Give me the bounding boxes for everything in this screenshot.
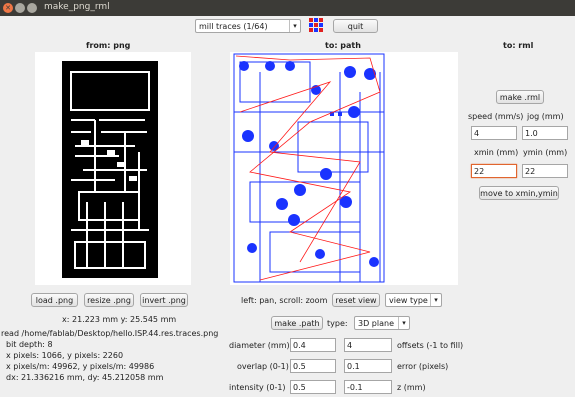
chevron-down-icon: ▾: [289, 20, 300, 32]
path-preview[interactable]: [230, 52, 458, 285]
error-field[interactable]: 0.1: [344, 359, 392, 373]
path-type-value: 3D plane: [358, 319, 394, 328]
path-toolpath-image: [233, 53, 385, 283]
resize-png-button[interactable]: resize .png: [84, 293, 134, 307]
overlap-field[interactable]: 0.5: [290, 359, 336, 373]
window-title: make_png_rml: [44, 2, 110, 12]
png-ppm-text: x pixels/m: 49962, y pixels/m: 49986: [6, 362, 155, 371]
offsets-field[interactable]: 4: [344, 338, 392, 352]
ymin-label: ymin (mm): [523, 148, 568, 157]
to-rml-heading: to: rml: [503, 41, 534, 50]
error-label: error (pixels): [397, 362, 449, 371]
overlap-label: overlap (0-1): [237, 362, 289, 371]
xmin-label: xmin (mm): [474, 148, 519, 157]
view-type-select[interactable]: view type ▾: [385, 293, 442, 307]
pan-zoom-hint: left: pan, scroll: zoom: [241, 296, 328, 305]
ymin-field[interactable]: 22: [522, 164, 568, 178]
speed-field[interactable]: 4: [471, 126, 517, 140]
png-board-image: [62, 61, 158, 278]
jog-field[interactable]: 1.0: [522, 126, 568, 140]
png-preview[interactable]: [35, 52, 191, 285]
mod-grid-icon: [309, 18, 324, 33]
format-select-value: mill traces (1/64): [199, 22, 268, 31]
intensity-label: intensity (0-1): [229, 383, 286, 392]
reset-view-button[interactable]: reset view: [332, 293, 380, 307]
title-bar: ✕ make_png_rml: [0, 0, 575, 16]
maximize-icon[interactable]: [27, 3, 37, 13]
offsets-label: offsets (-1 to fill): [397, 341, 464, 350]
chevron-down-icon: ▾: [398, 317, 409, 329]
chevron-down-icon: ▾: [430, 294, 441, 306]
jog-label: jog (mm): [527, 112, 564, 121]
diameter-label: diameter (mm): [229, 341, 290, 350]
minimize-icon[interactable]: [15, 3, 25, 13]
png-depth-text: bit depth: 8: [6, 340, 53, 349]
to-path-heading: to: path: [325, 41, 361, 50]
diameter-field[interactable]: 0.4: [290, 338, 336, 352]
speed-label: speed (mm/s): [468, 112, 524, 121]
make-rml-button[interactable]: make .rml: [496, 90, 544, 104]
view-type-value: view type: [389, 296, 428, 305]
load-png-button[interactable]: load .png: [31, 293, 78, 307]
intensity-field[interactable]: 0.5: [290, 380, 336, 394]
png-dxdy-text: dx: 21.336216 mm, dy: 45.212058 mm: [6, 373, 164, 382]
format-select[interactable]: mill traces (1/64) ▾: [195, 19, 301, 33]
close-icon[interactable]: ✕: [3, 3, 13, 13]
from-png-heading: from: png: [86, 41, 131, 50]
z-label: z (mm): [397, 383, 426, 392]
z-field[interactable]: -0.1: [344, 380, 392, 394]
make-path-button[interactable]: make .path: [271, 316, 323, 330]
path-type-select[interactable]: 3D plane ▾: [354, 316, 410, 330]
png-size-text: x: 21.223 mm y: 25.545 mm: [62, 315, 177, 324]
invert-png-button[interactable]: invert .png: [140, 293, 188, 307]
type-label: type:: [327, 319, 348, 328]
png-pixels-text: x pixels: 1066, y pixels: 2260: [6, 351, 124, 360]
quit-button[interactable]: quit: [333, 19, 378, 33]
xmin-field[interactable]: 22: [471, 164, 517, 178]
move-to-xmin-ymin-button[interactable]: move to xmin,ymin: [479, 186, 559, 200]
png-read-text: read /home/fablab/Desktop/hello.ISP.44.r…: [1, 329, 219, 338]
